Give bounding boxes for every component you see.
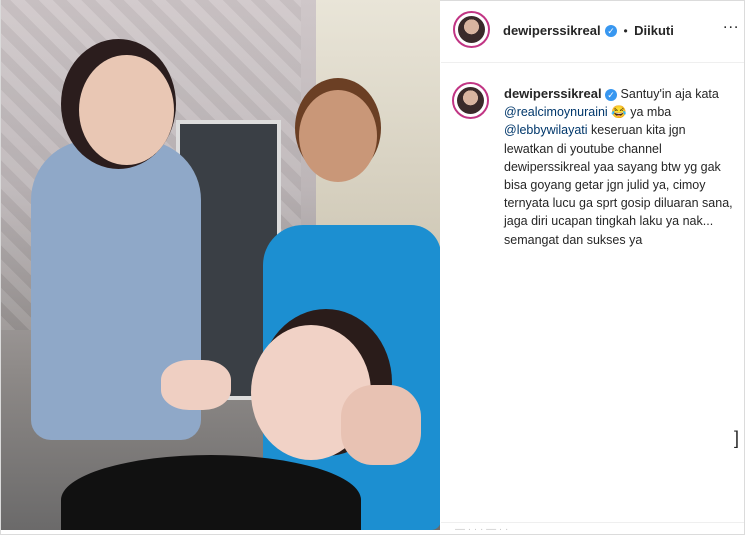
post-header: dewiperssikreal ✓ • Diikuti ... (441, 0, 744, 63)
verified-badge-icon: ✓ (605, 24, 618, 37)
caption-avatar[interactable] (452, 82, 489, 119)
person-front-hand-right (341, 385, 421, 465)
post-caption: dewiperssikreal ✓ Santuy'in aja kata @re… (504, 85, 736, 249)
caption-text-part2: ya mba (630, 105, 672, 120)
caption-text-part3: keseruan kita jgn lewatkan di youtube ch… (504, 123, 733, 247)
comment-preview-faded: — · · · — · · (455, 524, 509, 535)
more-options-icon[interactable]: ... (723, 15, 739, 33)
person-left-head (79, 55, 174, 165)
caption-emoji: 😂 (611, 105, 627, 120)
comments-divider (441, 522, 744, 523)
dot-separator: • (623, 24, 628, 38)
person-right-head (299, 90, 377, 182)
post-media-video[interactable] (1, 0, 440, 530)
follow-status-button[interactable]: Diikuti (634, 23, 674, 38)
header-avatar[interactable] (453, 11, 490, 48)
caption-username[interactable]: dewiperssikreal (504, 86, 602, 101)
caption-text-part1: Santuy'in aja kata (620, 87, 719, 101)
caption-verified-icon: ✓ (605, 88, 618, 101)
caption-mention-cimoy[interactable]: @realcimoynuraini (504, 105, 608, 119)
header-username[interactable]: dewiperssikreal (503, 23, 601, 38)
avatar-image (458, 16, 485, 43)
header-user-line: dewiperssikreal ✓ • Diikuti (503, 22, 674, 40)
caption-mention-lebby[interactable]: @lebbywilayati (504, 123, 588, 137)
scrollbar-handle[interactable]: ] (734, 428, 739, 449)
person-front-hand-left (161, 360, 231, 410)
caption-avatar-image (457, 87, 484, 114)
